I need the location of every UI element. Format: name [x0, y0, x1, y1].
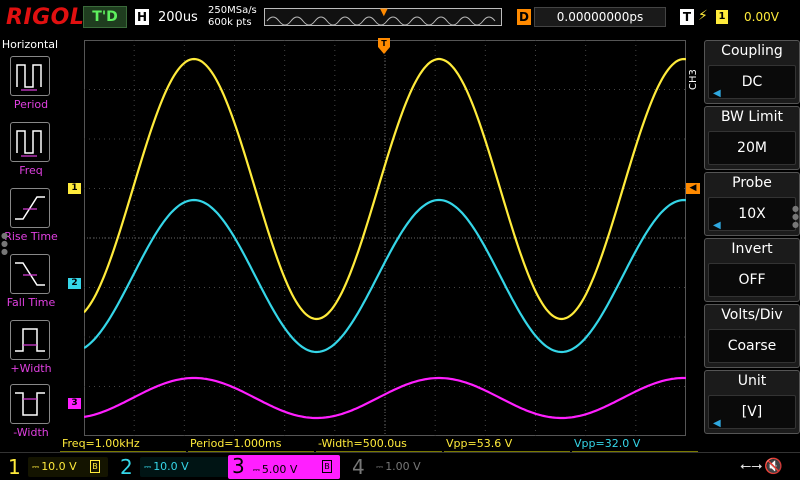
ch4-scale-box[interactable]: ⎓ 1.00 V: [372, 457, 462, 477]
bw-limit-value[interactable]: 20M: [708, 131, 796, 165]
ch1-offset-marker[interactable]: 1: [68, 183, 81, 194]
graticule-grid: [84, 40, 686, 436]
ch1-scale: 10.0 V: [41, 460, 77, 473]
ch3-offset-marker[interactable]: 3: [68, 398, 81, 409]
dc-coupling-icon: ⎓: [252, 466, 260, 476]
frequency-label: Freq: [19, 164, 43, 177]
unit-menu[interactable]: Unit ◀ [V]: [704, 370, 800, 434]
result-ch1-vpp[interactable]: Vpp=53.6 V: [444, 436, 570, 452]
probe-title: Probe: [732, 175, 772, 191]
positive-width-button[interactable]: [10, 320, 50, 360]
ch1-number[interactable]: 1: [8, 455, 21, 479]
ch3-bw-limit-icon: B: [322, 460, 332, 473]
positive-width-label: +Width: [10, 362, 52, 375]
trigger-badge: T: [680, 9, 694, 25]
dc-coupling-icon: ⎓: [144, 463, 152, 473]
unit-value-text: [V]: [741, 404, 763, 420]
coupling-title: Coupling: [721, 43, 783, 59]
brand-logo: RIGOL: [6, 5, 85, 30]
ch1-bw-limit-icon: B: [90, 460, 100, 473]
frequency-icon: [16, 130, 42, 157]
sample-rate: 250MSa/s: [208, 5, 257, 16]
channel-menu: Coupling ◀ DC BW Limit 20M Probe ◀ 10X I…: [704, 36, 800, 452]
waveform-graticule: [84, 40, 686, 436]
period-label: Period: [13, 98, 49, 111]
volts-div-menu[interactable]: Volts/Div Coarse: [704, 304, 800, 368]
result-ch2-vpp[interactable]: Vpp=32.0 V: [572, 436, 698, 452]
period-icon: [16, 64, 42, 91]
trigger-position-label: T: [381, 39, 387, 48]
measure-panel: Horizontal Period Freq Rise Time Fall Ti…: [0, 36, 60, 452]
fall-time-icon: [15, 262, 45, 286]
menu-page-indicator-right: ● ● ●: [792, 204, 799, 229]
trigger-position-icon: ▼: [380, 7, 388, 18]
result-negative-width[interactable]: -Width=500.0us: [316, 436, 442, 452]
menu-page-indicator: ● ● ●: [1, 231, 8, 256]
trigger-level-value[interactable]: 0.00V: [744, 10, 779, 24]
coupling-value-text: DC: [741, 74, 763, 90]
channel-menu-tab: CH3: [688, 69, 699, 91]
channel-status-bar: 1 ⎓ 10.0 V B 2 ⎓ 10.0 V 3 ⎓ 5.00 V B 4 ⎓ 1.00…: [0, 452, 800, 480]
negative-width-icon: [15, 392, 45, 416]
ch4-number[interactable]: 4: [352, 455, 365, 479]
invert-menu[interactable]: Invert OFF: [704, 238, 800, 302]
ch2-offset-marker[interactable]: 2: [68, 278, 81, 289]
timebase-value[interactable]: 200us: [158, 10, 198, 25]
coupling-value[interactable]: ◀ DC: [708, 65, 796, 99]
measure-panel-title: Horizontal: [1, 38, 59, 51]
measurement-results-bar: Freq=1.00kHz Period=1.000ms -Width=500.0…: [60, 436, 700, 452]
coupling-menu[interactable]: Coupling ◀ DC: [704, 40, 800, 104]
horizontal-delay-value[interactable]: 0.00000000ps: [534, 7, 666, 27]
unit-title: Unit: [737, 373, 767, 389]
ch2-scale-box[interactable]: ⎓ 10.0 V: [140, 457, 230, 477]
trigger-position-marker[interactable]: T: [378, 38, 390, 54]
bw-limit-menu[interactable]: BW Limit 20M: [704, 106, 800, 170]
usb-icon: ⭠⭢: [740, 458, 763, 474]
fall-time-button[interactable]: [10, 254, 50, 294]
trigger-level-marker[interactable]: ◀: [686, 183, 700, 194]
frequency-button[interactable]: [10, 122, 50, 162]
period-button[interactable]: [10, 56, 50, 96]
fall-time-label: Fall Time: [6, 296, 56, 309]
rise-time-icon: [15, 196, 45, 220]
probe-value[interactable]: ◀ 10X: [708, 197, 796, 231]
waveform-display[interactable]: [84, 40, 686, 436]
invert-value[interactable]: OFF: [708, 263, 796, 297]
horizontal-badge: H: [135, 9, 149, 25]
bw-limit-title: BW Limit: [720, 109, 784, 125]
negative-width-label: -Width: [13, 426, 49, 439]
knob-select-icon: ◀: [713, 418, 721, 429]
probe-menu[interactable]: Probe ◀ 10X: [704, 172, 800, 236]
dc-coupling-icon: ⎓: [376, 463, 384, 473]
rise-time-button[interactable]: [10, 188, 50, 228]
top-status-bar: RIGOL T'D H 200us 250MSa/s 600k pts ▼ D …: [0, 0, 800, 36]
rising-edge-icon: ⚡: [698, 8, 708, 24]
positive-width-icon: [15, 328, 45, 352]
ch3-number: 3: [232, 454, 245, 478]
memory-depth: 600k pts: [208, 17, 252, 28]
delay-badge: D: [517, 9, 531, 25]
negative-width-button[interactable]: [10, 384, 50, 424]
acquisition-info: 250MSa/s 600k pts: [208, 5, 257, 29]
ch4-scale: 1.00 V: [385, 460, 421, 473]
probe-value-text: 10X: [738, 206, 766, 222]
ch2-number[interactable]: 2: [120, 455, 133, 479]
ch3-scale: 5.00 V: [261, 463, 298, 476]
unit-value[interactable]: ◀ [V]: [708, 395, 796, 429]
result-frequency[interactable]: Freq=1.00kHz: [60, 436, 186, 452]
trigger-status-badge[interactable]: T'D: [83, 6, 127, 28]
dc-coupling-icon: ⎓: [32, 463, 40, 473]
result-period[interactable]: Period=1.000ms: [188, 436, 314, 452]
speaker-muted-icon[interactable]: 🔇: [764, 457, 783, 475]
volts-div-title: Volts/Div: [721, 307, 783, 323]
volts-div-value[interactable]: Coarse: [708, 329, 796, 363]
trigger-source-badge: 1: [716, 10, 728, 24]
ch2-scale: 10.0 V: [153, 460, 189, 473]
rise-time-label: Rise Time: [4, 230, 58, 243]
invert-title: Invert: [731, 241, 773, 257]
